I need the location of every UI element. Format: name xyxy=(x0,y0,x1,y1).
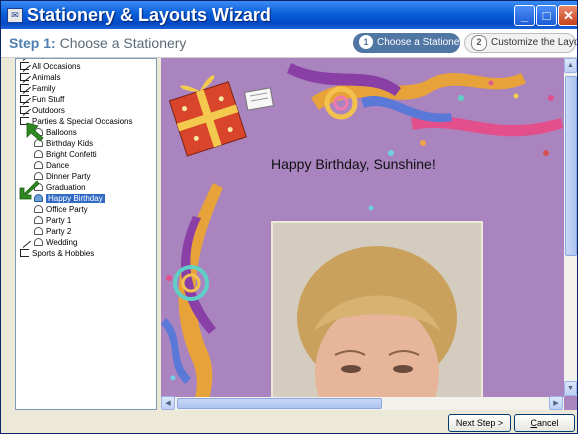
step-number: 2 xyxy=(471,35,487,51)
portrait-image xyxy=(273,223,481,399)
stationery-icon xyxy=(34,205,43,213)
close-button[interactable]: ✕ xyxy=(558,5,577,26)
title-bar[interactable]: ✉ Stationery & Layouts Wizard _ □ ✕ xyxy=(1,1,577,29)
stationery-icon xyxy=(34,161,43,169)
scroll-up-arrow-icon[interactable]: ▲ xyxy=(564,58,577,73)
tree-category[interactable]: Sports & Hobbies xyxy=(20,248,94,259)
scroll-right-arrow-icon[interactable]: ▶ xyxy=(549,396,563,410)
tree-item-selected[interactable]: Happy Birthday xyxy=(34,193,105,204)
vertical-scroll-thumb[interactable] xyxy=(565,76,577,256)
folder-icon xyxy=(20,249,29,257)
cancel-label: ancel xyxy=(536,418,559,428)
stationery-icon xyxy=(34,227,43,235)
cancel-button[interactable]: Cancel xyxy=(514,414,575,432)
step-pill-2[interactable]: 2 Customize the Layout xyxy=(464,33,577,53)
tree-item[interactable]: Office Party xyxy=(34,204,88,215)
wizard-window: ✉ Stationery & Layouts Wizard _ □ ✕ Step… xyxy=(0,0,578,434)
maximize-button[interactable]: □ xyxy=(536,5,557,26)
app-icon: ✉ xyxy=(7,8,23,23)
photo-placeholder[interactable] xyxy=(271,221,483,401)
step-name: Choose a Stationery xyxy=(59,35,187,51)
horizontal-scroll-thumb[interactable] xyxy=(177,398,382,409)
minimize-button[interactable]: _ xyxy=(514,5,535,26)
tree-item[interactable]: Bright Confetti xyxy=(34,149,97,160)
stationery-icon xyxy=(34,238,43,246)
stationery-icon xyxy=(34,150,43,158)
stationery-tree[interactable]: All Occasions Animals Family Fun Stuff O… xyxy=(15,58,157,410)
greeting-text: Happy Birthday, Sunshine! xyxy=(271,156,436,172)
horizontal-scrollbar[interactable]: ◀ ▶ xyxy=(161,396,564,410)
stationery-preview: Happy Birthday, Sunshine! xyxy=(161,58,577,410)
step-prefix: Step 1: xyxy=(9,35,56,51)
step-header: Step 1: Choose a Stationery 1 Choose a St… xyxy=(1,29,577,58)
tree-item[interactable]: Party 2 xyxy=(34,226,71,237)
button-bar: Next Step > Cancel xyxy=(1,410,577,433)
step-label: Customize the Layout xyxy=(491,37,577,48)
window-title: Stationery & Layouts Wizard xyxy=(27,5,271,25)
tree-item[interactable]: Dinner Party xyxy=(34,171,90,182)
tree-item[interactable]: Party 1 xyxy=(34,215,71,226)
next-step-button[interactable]: Next Step > xyxy=(448,414,511,432)
tree-category[interactable]: Family xyxy=(20,83,56,94)
step-label: Choose a Stationery xyxy=(377,37,468,48)
step-number: 1 xyxy=(359,35,373,49)
scroll-left-arrow-icon[interactable]: ◀ xyxy=(161,396,175,410)
stationery-icon xyxy=(34,216,43,224)
tree-item[interactable]: Graduation xyxy=(34,182,86,193)
tree-item[interactable]: Dance xyxy=(34,160,69,171)
green-arrow-icon xyxy=(19,180,39,200)
green-arrow-icon xyxy=(26,122,44,142)
scroll-down-arrow-icon[interactable]: ▼ xyxy=(564,381,577,396)
step-title: Step 1: Choose a Stationery xyxy=(9,35,186,51)
vertical-scrollbar[interactable]: ▲ ▼ xyxy=(564,58,577,396)
tree-item[interactable]: Wedding xyxy=(34,237,77,248)
step-pill-1[interactable]: 1 Choose a Stationery xyxy=(353,33,468,53)
